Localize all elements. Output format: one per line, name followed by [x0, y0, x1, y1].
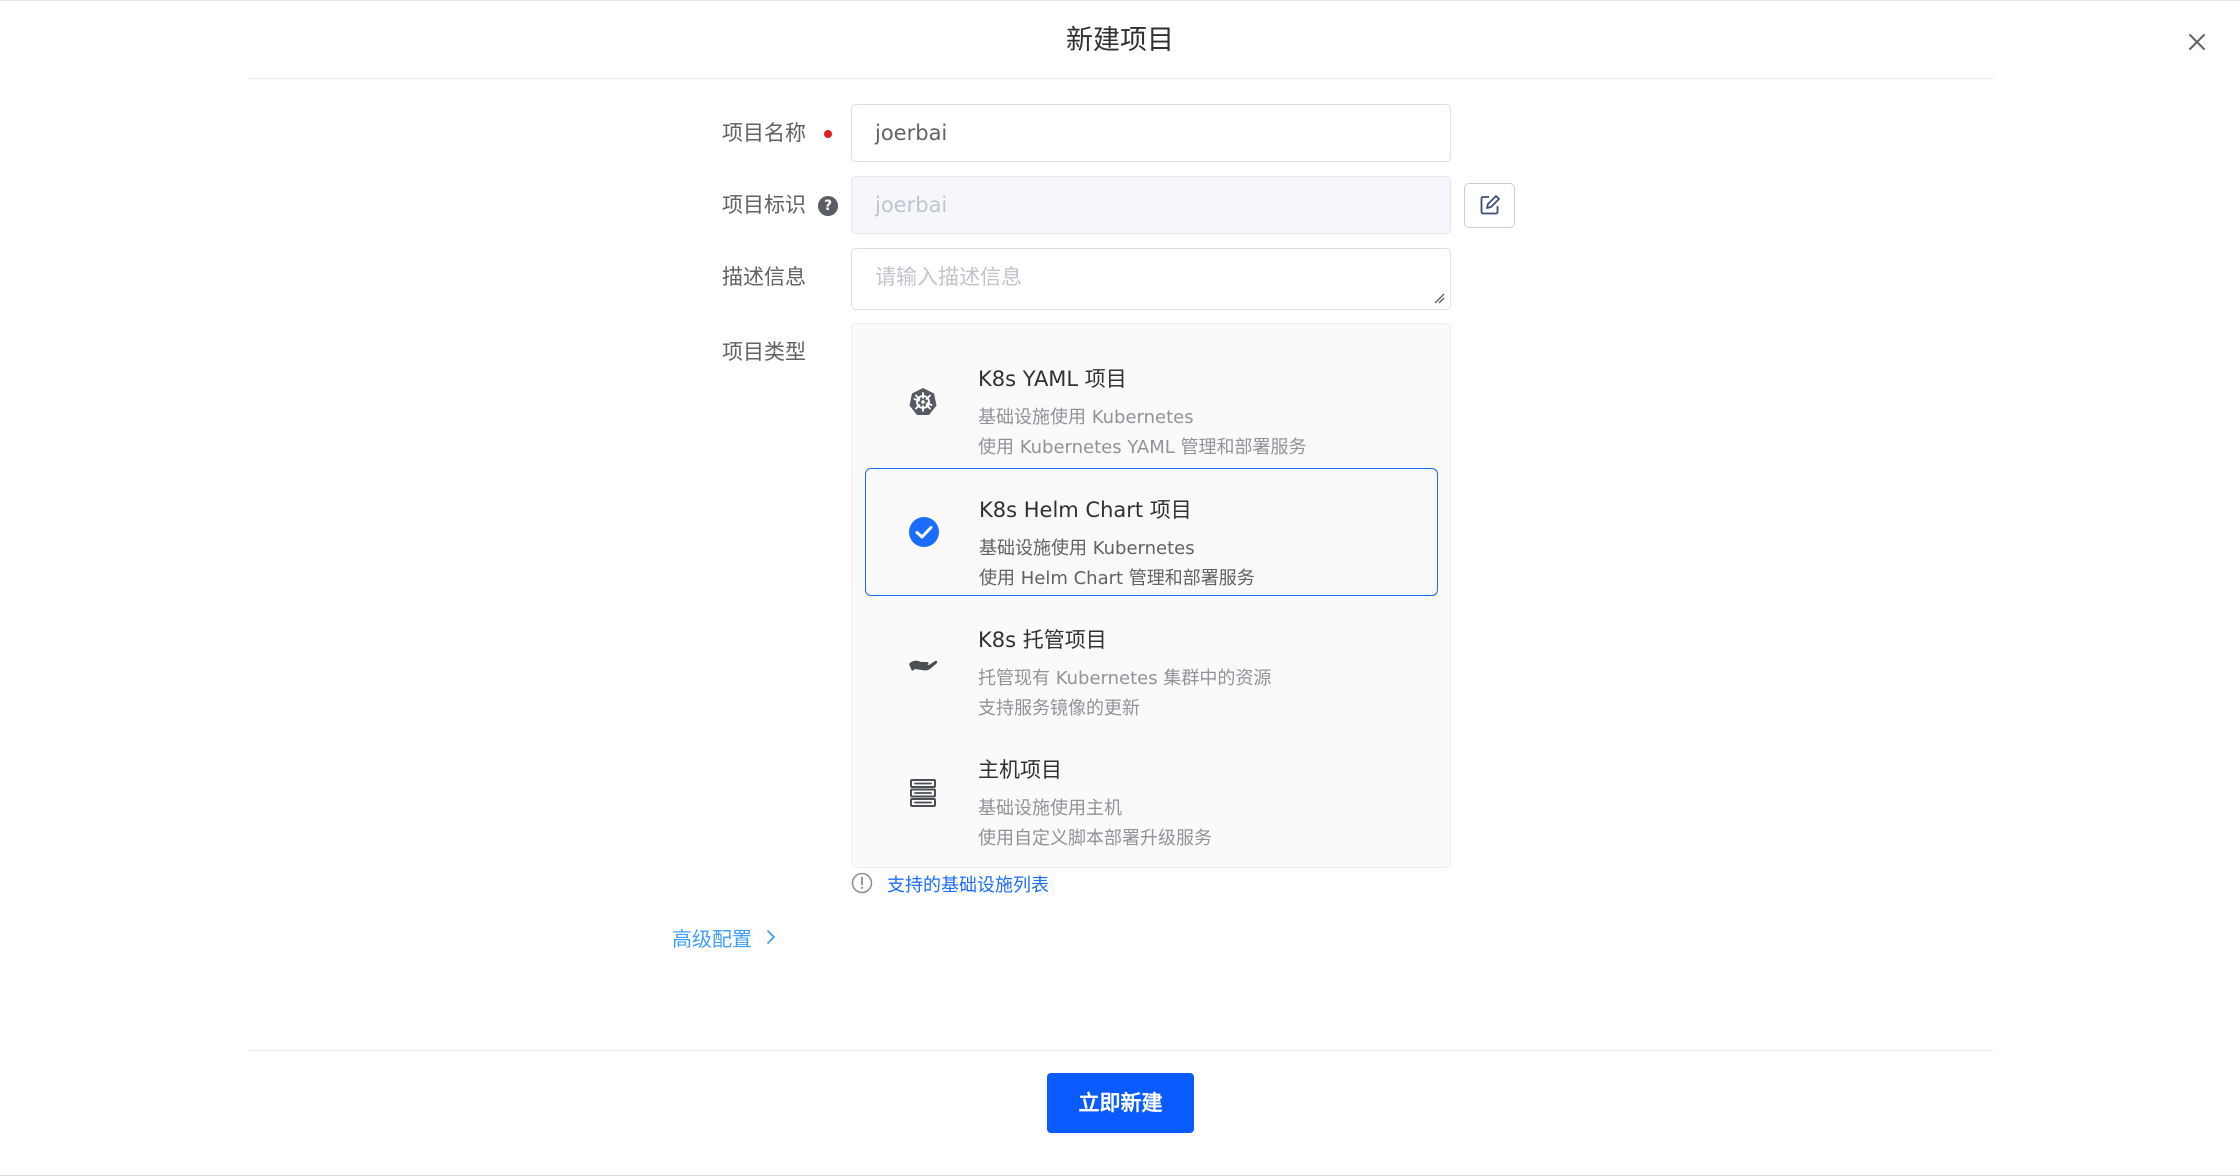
option-description-line1: 基础设施使用主机 [978, 798, 1122, 819]
project-key-label: 项目标识 [722, 193, 806, 217]
header-divider [248, 78, 1993, 79]
project-type-label: 项目类型 [722, 340, 806, 364]
server-icon [907, 777, 939, 809]
footer-divider [248, 1050, 1993, 1051]
description-label: 描述信息 [722, 265, 806, 289]
project-type-option[interactable]: K8s 托管项目托管现有 Kubernetes 集群中的资源 支持服务镜像的更新 [865, 599, 1438, 727]
create-now-button[interactable]: 立即新建 [1047, 1073, 1194, 1133]
advanced-config-toggle[interactable]: 高级配置 [672, 923, 752, 952]
description-textarea[interactable] [851, 248, 1451, 310]
edit-key-button[interactable] [1464, 183, 1515, 228]
option-description-line2: 使用 Helm Chart 管理和部署服务 [979, 568, 1255, 589]
check-circle-icon [908, 516, 940, 548]
kubernetes-helm-icon [907, 386, 939, 418]
project-key-input: joerbai [851, 176, 1451, 234]
option-description-line2: 使用自定义脚本部署升级服务 [978, 828, 1212, 849]
resize-handle-icon[interactable] [1433, 292, 1445, 304]
info-icon [851, 872, 873, 894]
option-title: K8s 托管项目 [978, 628, 1107, 652]
option-description-line1: 基础设施使用 Kubernetes [979, 538, 1195, 559]
close-icon[interactable] [2184, 29, 2210, 55]
chevron-right-icon[interactable] [765, 927, 777, 947]
option-title: 主机项目 [978, 758, 1062, 782]
option-description-line1: 基础设施使用 Kubernetes [978, 407, 1194, 428]
hand-icon [907, 647, 939, 679]
project-name-input[interactable]: joerbai [851, 104, 1451, 162]
project-type-options: K8s YAML 项目基础设施使用 Kubernetes 使用 Kubernete… [851, 323, 1451, 868]
option-title: K8s Helm Chart 项目 [979, 498, 1192, 522]
option-title: K8s YAML 项目 [978, 367, 1127, 391]
supported-infra-link[interactable]: 支持的基础设施列表 [887, 871, 1049, 897]
option-description-line2: 使用 Kubernetes YAML 管理和部署服务 [978, 437, 1307, 458]
edit-icon [1480, 195, 1500, 215]
help-icon[interactable]: ? [818, 196, 838, 216]
dialog-title: 新建项目 [1066, 25, 1174, 56]
required-indicator [824, 130, 832, 138]
project-type-option[interactable]: K8s YAML 项目基础设施使用 Kubernetes 使用 Kubernete… [865, 338, 1438, 466]
project-name-label: 项目名称 [722, 121, 806, 145]
option-description-line2: 支持服务镜像的更新 [978, 698, 1140, 719]
project-type-option[interactable]: 主机项目基础设施使用主机使用自定义脚本部署升级服务 [865, 729, 1438, 857]
new-project-dialog: 新建项目 项目名称 joerbai 项目标识 ? joerbai 描述信息 项目… [0, 0, 2240, 1176]
option-description-line1: 托管现有 Kubernetes 集群中的资源 [978, 668, 1272, 689]
project-type-option[interactable]: K8s Helm Chart 项目 基础设施使用 Kubernetes 使用 Hel… [865, 468, 1438, 596]
